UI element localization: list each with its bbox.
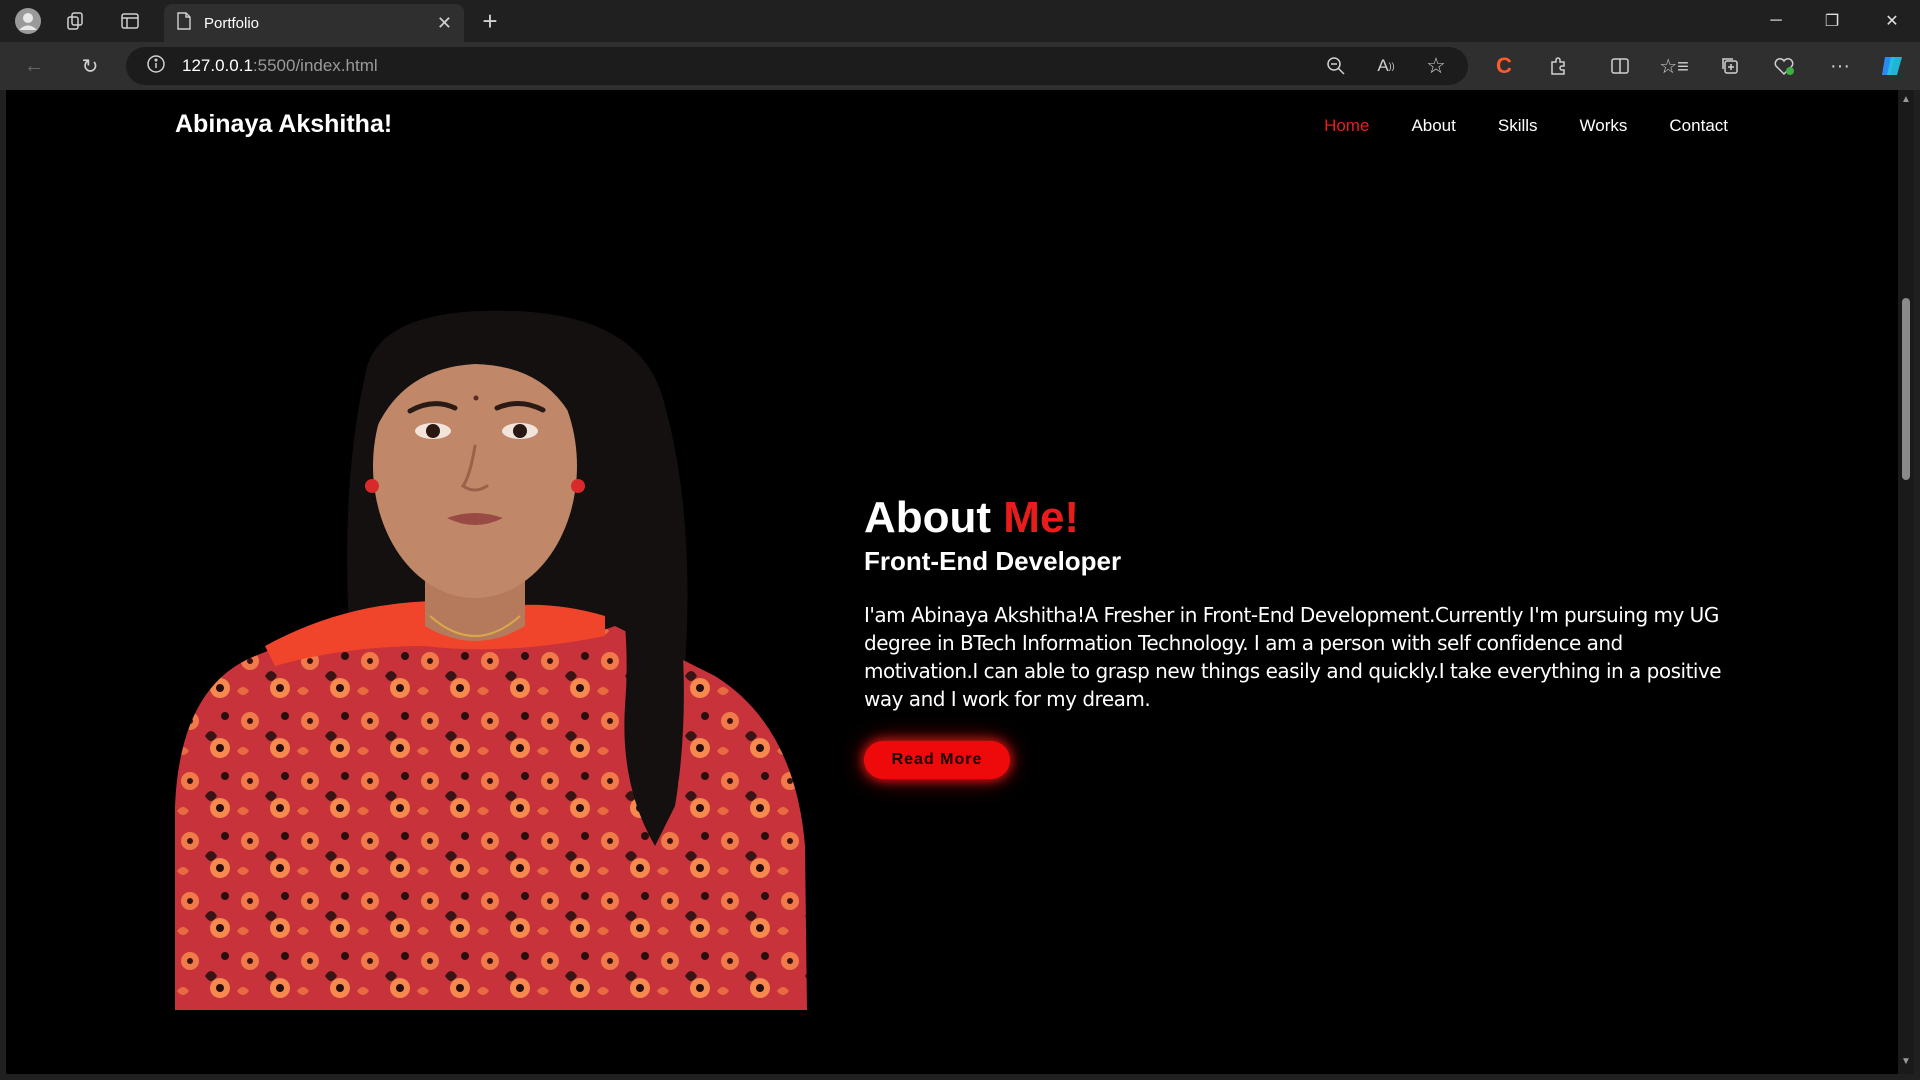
nav-about[interactable]: About [1411,116,1455,136]
refresh-icon[interactable]: ↻ [74,50,106,82]
page-viewport: Abinaya Akshitha! Home About Skills Work… [6,90,1898,1074]
copilot-icon[interactable] [1878,52,1906,80]
zoom-out-icon[interactable] [1322,52,1350,80]
minimize-button[interactable]: ─ [1748,0,1804,42]
collections-icon[interactable] [1716,52,1744,80]
about-subheading: Front-End Developer [864,546,1122,577]
read-aloud-icon[interactable]: A)) [1372,52,1400,80]
vertical-tabs-icon[interactable] [116,7,144,35]
about-paragraph: I'am Abinaya Akshitha!A Fresher in Front… [864,603,1722,712]
more-options-icon[interactable]: ··· [1826,52,1854,80]
extensions-icon[interactable] [1544,52,1572,80]
favorites-icon[interactable]: ☆≡ [1659,52,1689,80]
browser-toolbar: ← ↻ 127.0.0.1:5500/index.html A)) ☆ C ☆≡… [0,42,1920,90]
browser-essentials-icon[interactable] [1770,52,1798,80]
close-tab-icon[interactable]: ✕ [437,13,452,34]
close-window-button[interactable]: ✕ [1864,0,1920,42]
scroll-thumb[interactable] [1902,298,1910,480]
tab-title: Portfolio [204,14,260,32]
address-bar[interactable]: 127.0.0.1:5500/index.html [126,47,1468,85]
workspaces-icon[interactable] [62,7,90,35]
read-more-button[interactable]: Read More [864,741,1010,780]
url-path: :5500/index.html [252,56,378,75]
nav-works[interactable]: Works [1580,116,1628,136]
nav-home[interactable]: Home [1324,116,1369,136]
profile-icon[interactable] [14,7,42,35]
about-heading-accent: Me! [1003,493,1080,542]
scroll-down-icon[interactable]: ▼ [1900,1056,1912,1068]
profile-photo [175,310,807,1010]
page-icon [176,11,192,35]
nav-skills[interactable]: Skills [1498,116,1538,136]
back-icon[interactable]: ← [18,50,50,82]
browser-tab-bar: Portfolio ✕ + ─ ❐ ✕ [0,0,1920,42]
tab-portfolio[interactable]: Portfolio ✕ [164,4,464,42]
site-header: Abinaya Akshitha! Home About Skills Work… [6,90,1898,160]
page-scrollbar[interactable]: ▲ ▼ [1898,90,1914,1074]
new-tab-icon[interactable]: + [476,6,504,36]
scroll-up-icon[interactable]: ▲ [1900,94,1912,106]
favorite-star-icon[interactable]: ☆ [1422,52,1450,80]
about-heading: About Me! [864,493,1734,542]
nav-contact[interactable]: Contact [1669,116,1728,136]
url-host: 127.0.0.1 [182,56,253,75]
extension-c-icon[interactable]: C [1490,52,1518,80]
site-nav: Home About Skills Works Contact [1324,116,1728,136]
site-logo[interactable]: Abinaya Akshitha! [175,110,392,139]
about-section: About Me! Front-End Developer I'am Abina… [864,493,1734,780]
site-info-icon[interactable] [146,54,166,79]
split-screen-icon[interactable] [1606,52,1634,80]
about-heading-main: About [864,493,992,542]
restore-button[interactable]: ❐ [1804,0,1860,42]
